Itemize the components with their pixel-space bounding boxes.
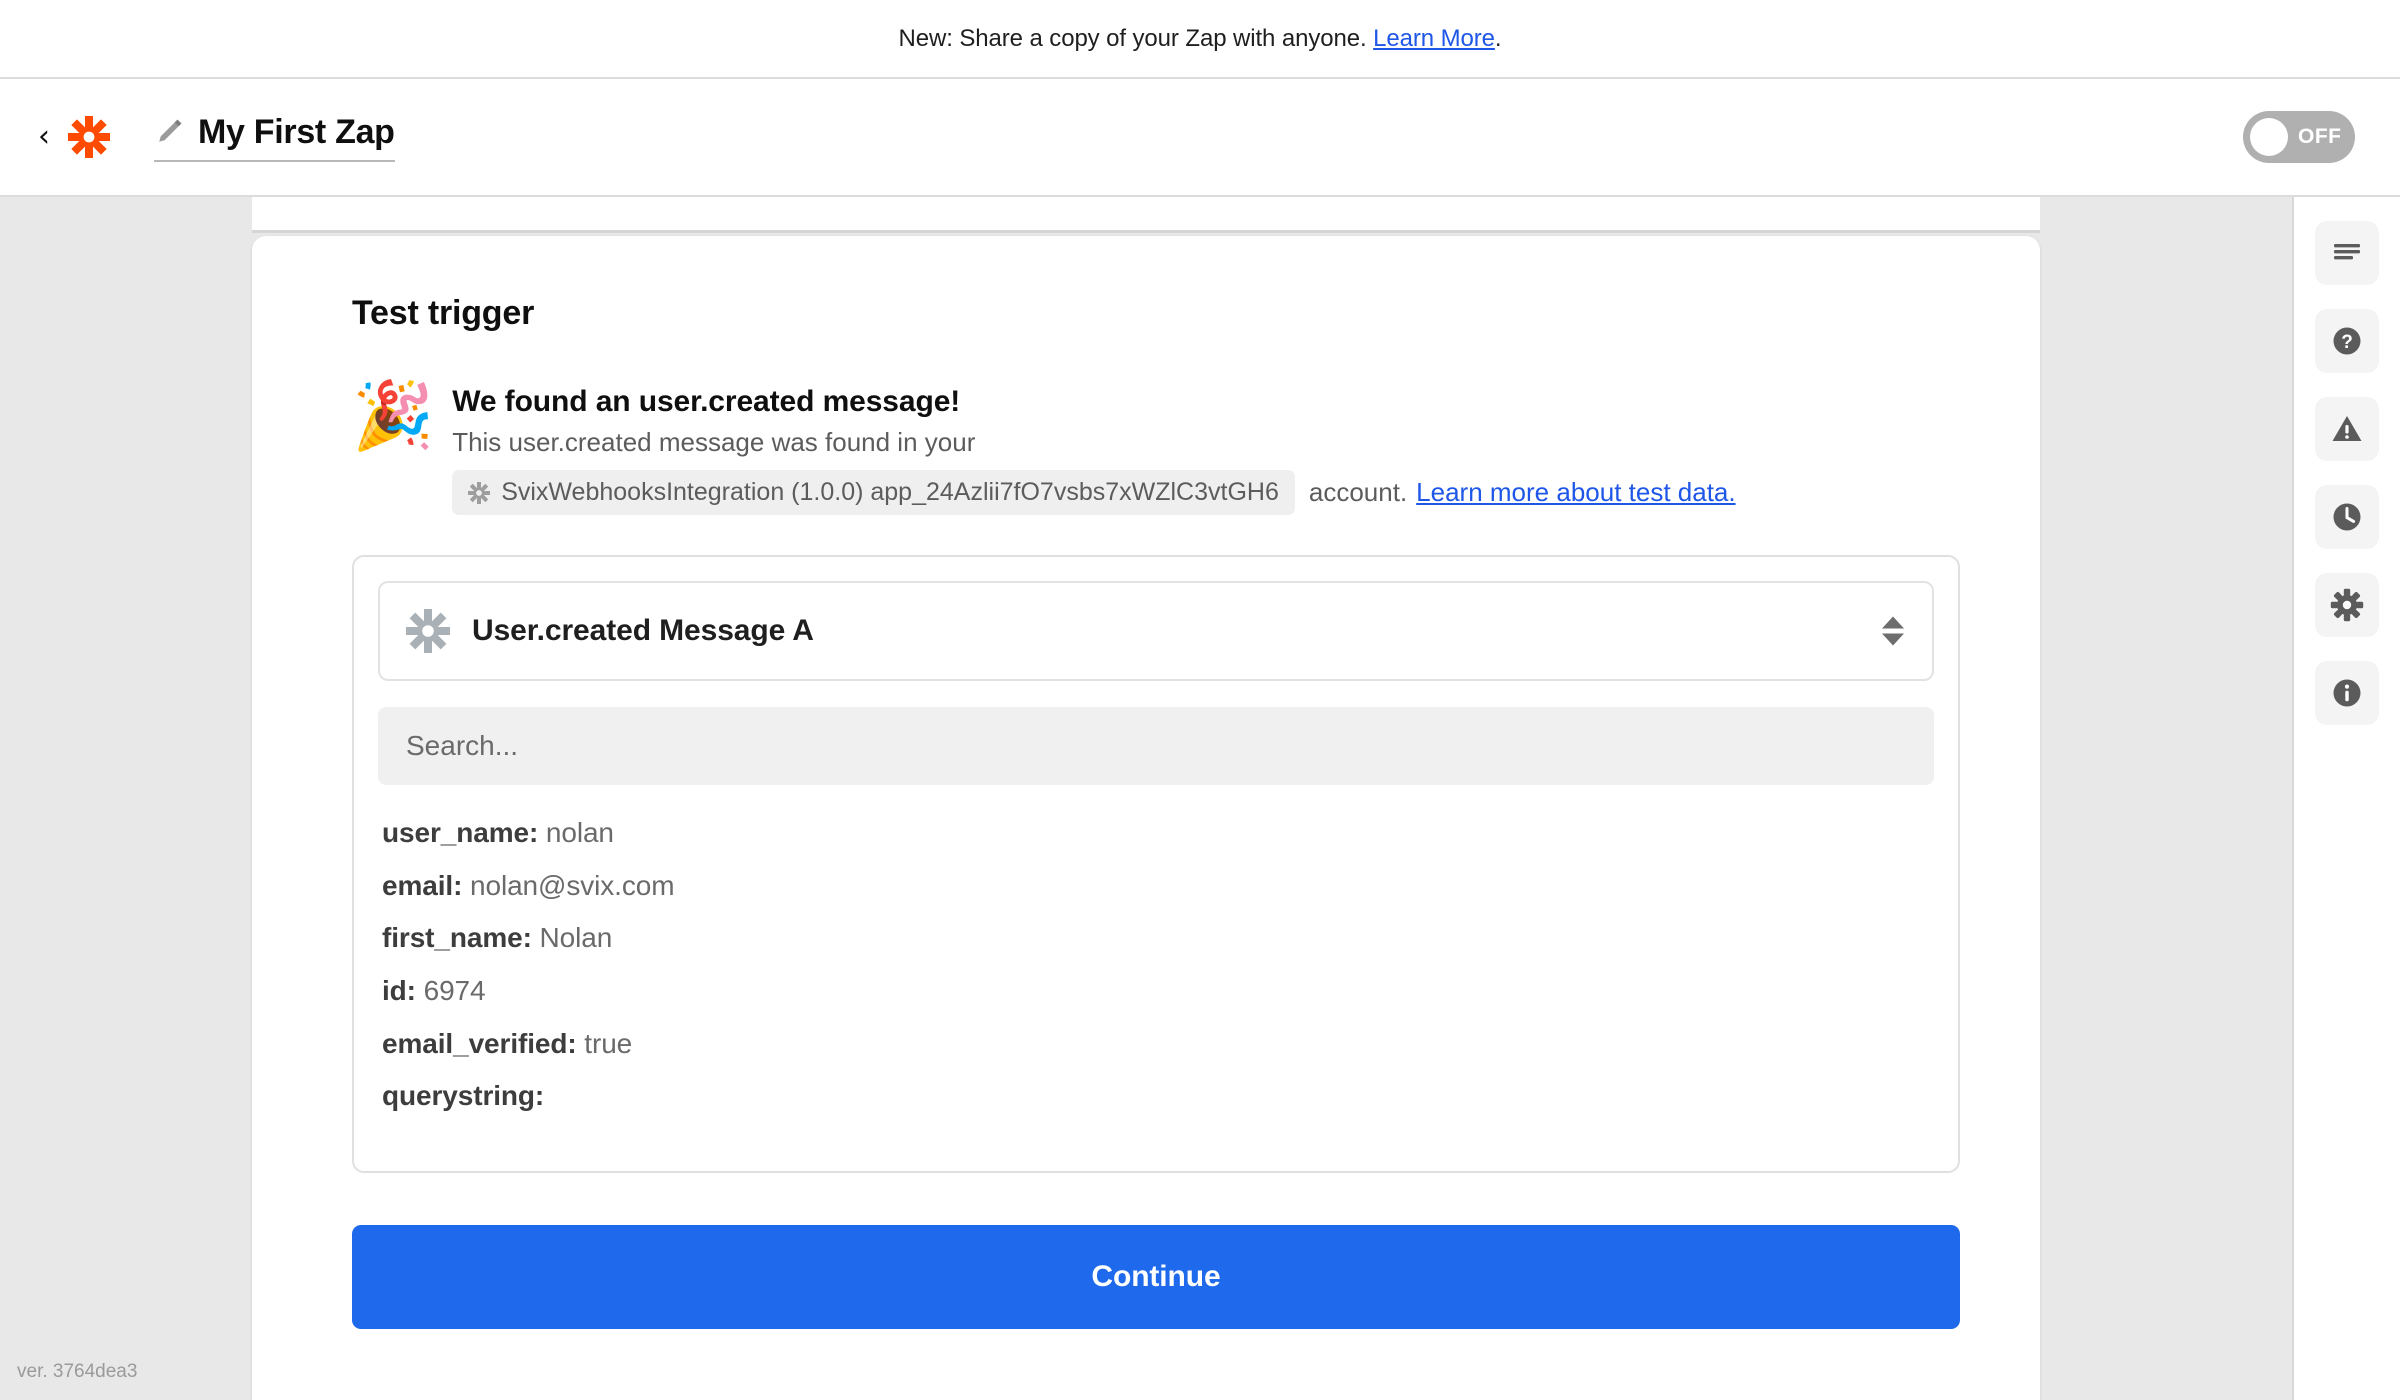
zap-title-editor[interactable]: My First Zap xyxy=(154,113,395,162)
zapier-asterisk-icon[interactable] xyxy=(68,116,110,158)
announcement-text: New: Share a copy of your Zap with anyon… xyxy=(899,25,1502,53)
warning-triangle-icon xyxy=(2329,411,2365,447)
test-trigger-card: Test trigger 🎉 We found an user.created … xyxy=(252,236,2040,1400)
continue-button[interactable]: Continue xyxy=(352,1225,1960,1329)
data-field-value: 6974 xyxy=(424,975,486,1006)
data-field-row: querystring: xyxy=(382,1080,1930,1112)
data-field-value: nolan xyxy=(546,817,614,848)
learn-more-test-data-link[interactable]: Learn more about test data. xyxy=(1416,477,1735,508)
zap-on-off-toggle[interactable]: OFF xyxy=(2243,111,2355,163)
data-field-value: true xyxy=(584,1028,632,1059)
chevron-up-icon xyxy=(1882,617,1904,629)
test-data-panel: User.created Message A user_name: nolan … xyxy=(352,555,1960,1173)
announcement-period: . xyxy=(1495,25,1502,52)
pencil-icon xyxy=(154,117,184,147)
data-field-row: email_verified: true xyxy=(382,1028,1930,1060)
previous-step-card-stub[interactable] xyxy=(252,197,2040,233)
learn-more-link[interactable]: Learn More xyxy=(1373,25,1495,52)
rail-item-history[interactable] xyxy=(2315,485,2379,549)
party-popper-icon: 🎉 xyxy=(352,383,434,449)
rail-item-info[interactable] xyxy=(2315,661,2379,725)
rail-item-notes[interactable] xyxy=(2315,221,2379,285)
test-data-fields: user_name: nolan email: nolan@svix.com f… xyxy=(378,817,1934,1147)
found-message-block: 🎉 We found an user.created message! This… xyxy=(352,381,1960,515)
svg-text:?: ? xyxy=(2341,332,2353,353)
utility-rail: ? xyxy=(2292,197,2400,1400)
zapier-asterisk-small-icon xyxy=(468,482,490,504)
data-field-row: first_name: Nolan xyxy=(382,922,1930,954)
rail-item-help[interactable]: ? xyxy=(2315,309,2379,373)
rail-item-issues[interactable] xyxy=(2315,397,2379,461)
toggle-knob xyxy=(2250,118,2288,156)
announcement-message: New: Share a copy of your Zap with anyon… xyxy=(899,25,1367,52)
announcement-banner: New: Share a copy of your Zap with anyon… xyxy=(0,0,2400,79)
data-field-value: nolan@svix.com xyxy=(470,870,674,901)
found-message-heading: We found an user.created message! xyxy=(452,385,1735,419)
zap-editor-canvas: Test trigger 🎉 We found an user.created … xyxy=(0,197,2400,1400)
message-select[interactable]: User.created Message A xyxy=(378,581,1934,681)
account-chip[interactable]: SvixWebhooksIntegration (1.0.0) app_24Az… xyxy=(452,470,1295,515)
back-chevron-icon[interactable]: ‹ xyxy=(38,122,50,152)
gear-icon xyxy=(2329,587,2365,623)
info-circle-icon xyxy=(2329,675,2365,711)
zapier-asterisk-medium-icon xyxy=(406,609,450,653)
account-chip-label: SvixWebhooksIntegration (1.0.0) app_24Az… xyxy=(501,478,1279,507)
data-field-key: email: xyxy=(382,870,462,901)
message-select-label: User.created Message A xyxy=(472,614,814,648)
search-input[interactable] xyxy=(378,707,1934,785)
page-title: My First Zap xyxy=(198,113,395,152)
section-title: Test trigger xyxy=(352,294,1960,333)
notes-lines-icon xyxy=(2329,235,2365,271)
data-field-key: querystring: xyxy=(382,1080,544,1111)
clock-icon xyxy=(2329,499,2365,535)
rail-item-settings[interactable] xyxy=(2315,573,2379,637)
data-field-key: email_verified: xyxy=(382,1028,577,1059)
account-suffix-text: account. xyxy=(1309,477,1407,508)
account-line: SvixWebhooksIntegration (1.0.0) app_24Az… xyxy=(452,470,1735,515)
data-field-row: id: 6974 xyxy=(382,975,1930,1007)
chevron-down-icon xyxy=(1882,634,1904,646)
data-field-row: email: nolan@svix.com xyxy=(382,870,1930,902)
select-stepper-arrows-icon[interactable] xyxy=(1882,617,1904,646)
data-field-key: id: xyxy=(382,975,416,1006)
data-field-key: first_name: xyxy=(382,922,532,953)
app-header: ‹ My First Zap OFF xyxy=(0,79,2400,197)
data-field-key: user_name: xyxy=(382,817,538,848)
found-message-subtext: This user.created message was found in y… xyxy=(452,427,1735,458)
toggle-state-label: OFF xyxy=(2298,125,2342,149)
version-label: ver. 3764dea3 xyxy=(17,1361,137,1383)
question-circle-icon: ? xyxy=(2329,323,2365,359)
data-field-value: Nolan xyxy=(540,922,613,953)
data-field-row: user_name: nolan xyxy=(382,817,1930,849)
